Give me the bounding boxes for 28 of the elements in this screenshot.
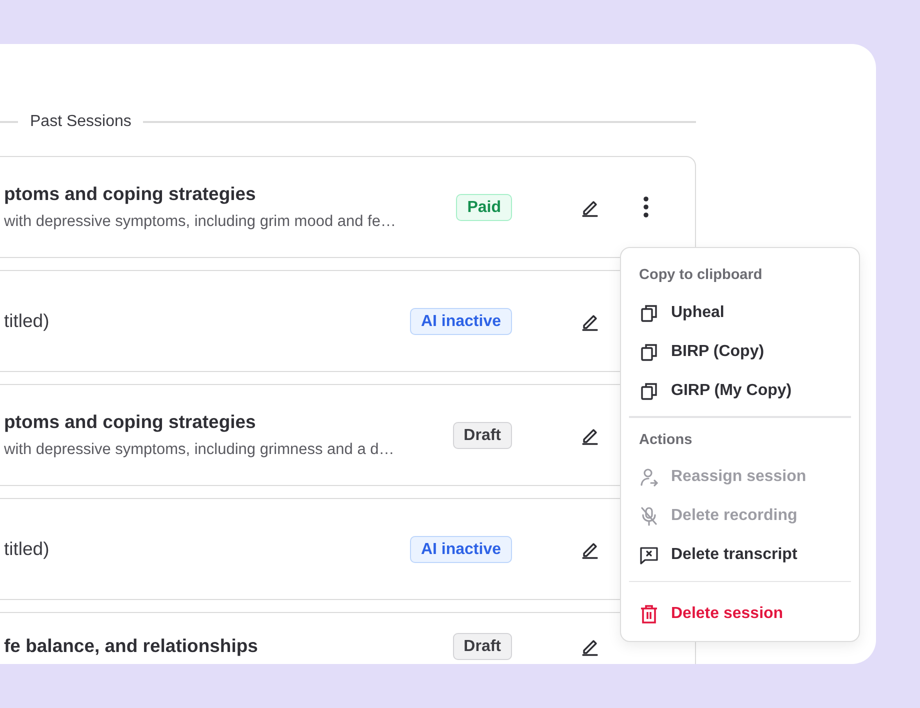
status-badge: Paid (456, 194, 512, 220)
status-badge: AI inactive (410, 536, 512, 562)
menu-item[interactable]: BIRP (Copy) (629, 332, 851, 371)
copy-icon (639, 342, 659, 362)
menu-section-header: Actions (638, 430, 694, 450)
copy-icon (639, 380, 659, 400)
session-title: titled) (4, 538, 50, 560)
copy-icon (639, 302, 659, 322)
microphone-off-icon (639, 506, 659, 526)
user-arrow-icon (639, 467, 659, 487)
trash-icon (639, 604, 659, 624)
menu-item[interactable]: Delete transcript (629, 536, 851, 574)
session-summary: with depressive symptoms, including grimness and a d… (4, 441, 396, 459)
kebab-icon (643, 196, 649, 218)
status-badge: Draft (452, 422, 512, 448)
session-summary: with depressive symptoms, including grim mood and fe… (4, 213, 397, 231)
session-title: titled) (4, 310, 50, 332)
menu-item[interactable]: Delete session (629, 594, 851, 633)
menu-item[interactable]: GIRP (My Copy) (629, 371, 851, 410)
status-badge: Draft (452, 633, 512, 660)
menu-item[interactable]: Upheal (629, 293, 851, 332)
session-title: ptoms and coping strategies (4, 411, 257, 433)
section-title: Past Sessions (30, 112, 132, 132)
status-badge: AI inactive (410, 308, 512, 334)
menu-section-header: Copy to clipboard (638, 266, 764, 285)
session-title: fe balance, and relationships (4, 635, 259, 657)
speech-bubble-x-icon (639, 545, 659, 565)
session-title: ptoms and coping strategies (4, 183, 257, 205)
